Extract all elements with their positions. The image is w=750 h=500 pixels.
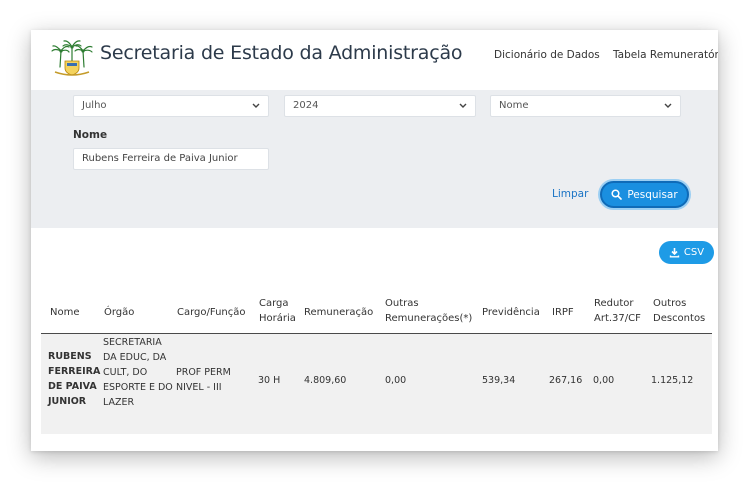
month-select[interactable]: Julho — [73, 95, 269, 117]
search-icon — [611, 189, 623, 200]
search-button-label: Pesquisar — [627, 188, 678, 201]
cell-orgao: SECRETARIA DA EDUC, DA CULT, DO ESPORTE … — [103, 337, 173, 408]
column-header-irpf: IRPF — [552, 307, 574, 318]
chevron-down-icon — [664, 103, 672, 108]
cell-irpf: 267,16 — [549, 375, 583, 386]
column-header-orgao: Órgão — [104, 307, 135, 318]
cell-nome: RUBENS FERREIRA DE PAIVA JUNIOR — [48, 351, 101, 407]
column-header-outras: Outras Remunerações(*) — [385, 298, 473, 324]
download-icon — [669, 248, 680, 258]
clear-link[interactable]: Limpar — [552, 188, 588, 200]
cell-remuneracao: 4.809,60 — [304, 375, 347, 386]
cell-cargo: PROF PERM NIVEL - III — [176, 367, 231, 393]
nav-link-tabela[interactable]: Tabela Remuneratória — [613, 49, 718, 61]
column-header-descontos: Outros Descontos — [653, 298, 706, 324]
search-by-select-value: Nome — [499, 100, 529, 111]
search-button[interactable]: Pesquisar — [600, 181, 689, 208]
year-select-value: 2024 — [293, 100, 319, 111]
table-header: Nome Órgão Cargo/Função Carga Horária Re… — [41, 288, 712, 334]
filter-panel: Julho 2024 Nome Nome Rubens Ferreira de … — [31, 90, 718, 228]
column-header-carga: Carga Horária — [259, 298, 296, 324]
table-row[interactable]: RUBENS FERREIRA DE PAIVA JUNIOR SECRETAR… — [41, 334, 712, 434]
column-header-redutor: Redutor Art.37/CF — [594, 298, 641, 324]
column-header-cargo: Cargo/Função — [177, 307, 246, 318]
name-field-label: Nome — [73, 129, 108, 141]
cell-descontos: 1.125,12 — [651, 375, 694, 386]
page-title: Secretaria de Estado da Administração — [100, 42, 463, 64]
chevron-down-icon — [459, 103, 467, 108]
cell-carga: 30 H — [258, 375, 281, 386]
column-header-remuneracao: Remuneração — [304, 307, 374, 318]
coat-of-arms-logo[interactable] — [51, 37, 93, 77]
cell-outras: 0,00 — [385, 375, 407, 386]
name-input[interactable]: Rubens Ferreira de Paiva Junior — [73, 148, 269, 170]
csv-button-label: CSV — [683, 247, 705, 258]
month-select-value: Julho — [82, 100, 107, 111]
nav-link-dicionario[interactable]: Dicionário de Dados — [494, 49, 600, 61]
cell-previdencia: 539,34 — [482, 375, 516, 386]
chevron-down-icon — [252, 103, 260, 108]
column-header-previdencia: Previdência — [482, 307, 540, 318]
year-select[interactable]: 2024 — [284, 95, 476, 117]
search-by-select[interactable]: Nome — [490, 95, 681, 117]
csv-export-button[interactable]: CSV — [659, 241, 714, 264]
site-header: Secretaria de Estado da Administração Di… — [31, 30, 718, 90]
app-window: Secretaria de Estado da Administração Di… — [31, 30, 718, 451]
cell-redutor: 0,00 — [593, 375, 615, 386]
column-header-nome: Nome — [50, 307, 80, 318]
